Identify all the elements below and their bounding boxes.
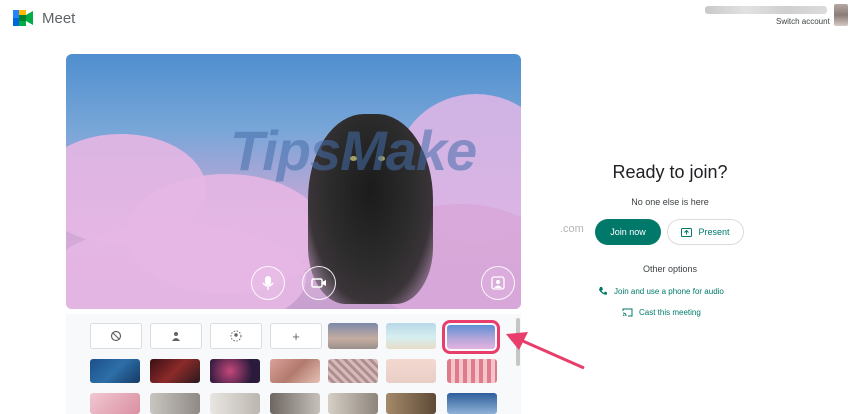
visual-effects-button[interactable] (481, 266, 515, 300)
background-tile[interactable] (150, 359, 200, 383)
camera-icon (311, 278, 326, 288)
background-tile[interactable] (150, 393, 200, 414)
microphone-icon (262, 276, 274, 290)
camera-button[interactable] (302, 266, 336, 300)
ready-to-join-title: Ready to join? (612, 162, 728, 182)
plus-icon: + (292, 328, 300, 344)
background-tile[interactable] (386, 359, 436, 383)
no-effect-icon (110, 330, 122, 342)
background-tile[interactable] (328, 323, 378, 349)
background-tile[interactable] (386, 323, 436, 349)
background-tile[interactable] (447, 393, 497, 414)
watermark-suffix: .com (560, 223, 584, 235)
avatar[interactable] (834, 4, 848, 26)
account-email-redacted (705, 6, 827, 14)
background-tile-selected[interactable] (442, 320, 500, 354)
present-label: Present (698, 227, 730, 237)
join-now-button[interactable]: Join now (595, 219, 661, 245)
participants-status: No one else is here (631, 197, 709, 207)
upload-background-tile[interactable]: + (270, 323, 322, 349)
cast-meeting-option[interactable]: Cast this meeting (622, 308, 701, 317)
present-screen-icon (681, 227, 693, 237)
arrow-annotation-icon (506, 332, 585, 370)
meet-logo-icon (13, 10, 33, 26)
background-tile[interactable] (210, 393, 260, 414)
blur-tile[interactable] (210, 323, 262, 349)
background-tile[interactable] (328, 393, 378, 414)
watermark: TipsMake (230, 119, 477, 182)
app-title: Meet (42, 10, 76, 27)
other-options-label: Other options (642, 264, 698, 274)
cast-icon (622, 308, 633, 317)
background-tile[interactable] (210, 359, 260, 383)
background-tile[interactable] (328, 359, 378, 383)
background-tile[interactable] (90, 393, 140, 414)
background-tile[interactable] (447, 359, 497, 383)
no-effect-tile[interactable] (90, 323, 142, 349)
background-tile[interactable] (90, 359, 140, 383)
slight-blur-icon (172, 332, 180, 341)
phone-audio-label: Join and use a phone for audio (614, 286, 724, 296)
top-bar: Meet Switch account (0, 0, 853, 40)
switch-account-link[interactable]: Switch account (776, 17, 830, 26)
slight-blur-tile[interactable] (150, 323, 202, 349)
background-tile[interactable] (270, 393, 320, 414)
person-background-icon (491, 276, 505, 290)
blur-icon (230, 330, 242, 342)
background-tile[interactable] (270, 359, 320, 383)
background-picker: + (66, 314, 521, 414)
phone-icon (599, 287, 607, 295)
cast-meeting-label: Cast this meeting (639, 308, 701, 317)
microphone-button[interactable] (251, 266, 285, 300)
phone-audio-option[interactable]: Join and use a phone for audio (598, 286, 724, 296)
background-tile[interactable] (386, 393, 436, 414)
present-button[interactable]: Present (667, 219, 744, 245)
